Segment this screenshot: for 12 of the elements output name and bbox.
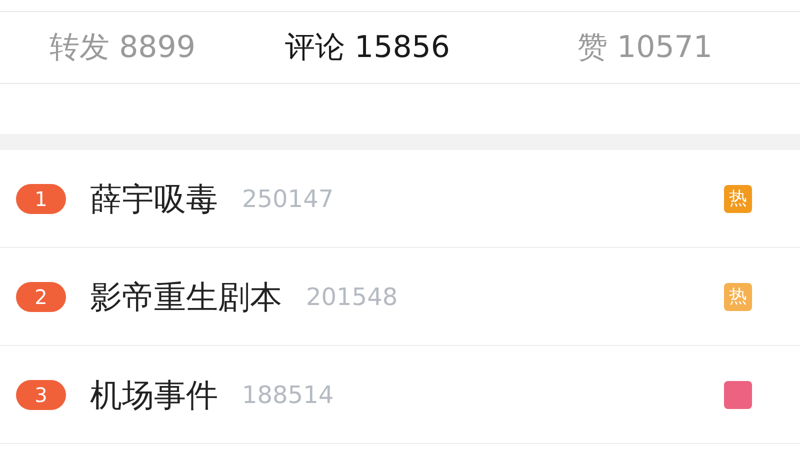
topic-title[interactable]: 影帝重生剧本 xyxy=(90,272,282,320)
topic-title[interactable]: 薛宇吸毒 xyxy=(90,174,218,222)
rank-badge: 1 xyxy=(16,184,66,214)
tag-badge: 热 xyxy=(724,282,752,310)
topic-title[interactable]: 机场事件 xyxy=(90,370,218,418)
rank-badge: 2 xyxy=(16,282,66,312)
search-count: 201548 xyxy=(306,282,398,312)
rank-badge: 3 xyxy=(16,380,66,410)
tag-badge: 热 xyxy=(724,184,752,212)
search-count: 250147 xyxy=(242,184,334,214)
search-count: 188514 xyxy=(242,380,334,410)
stat-tab[interactable]: 评论 15856 xyxy=(285,25,450,70)
